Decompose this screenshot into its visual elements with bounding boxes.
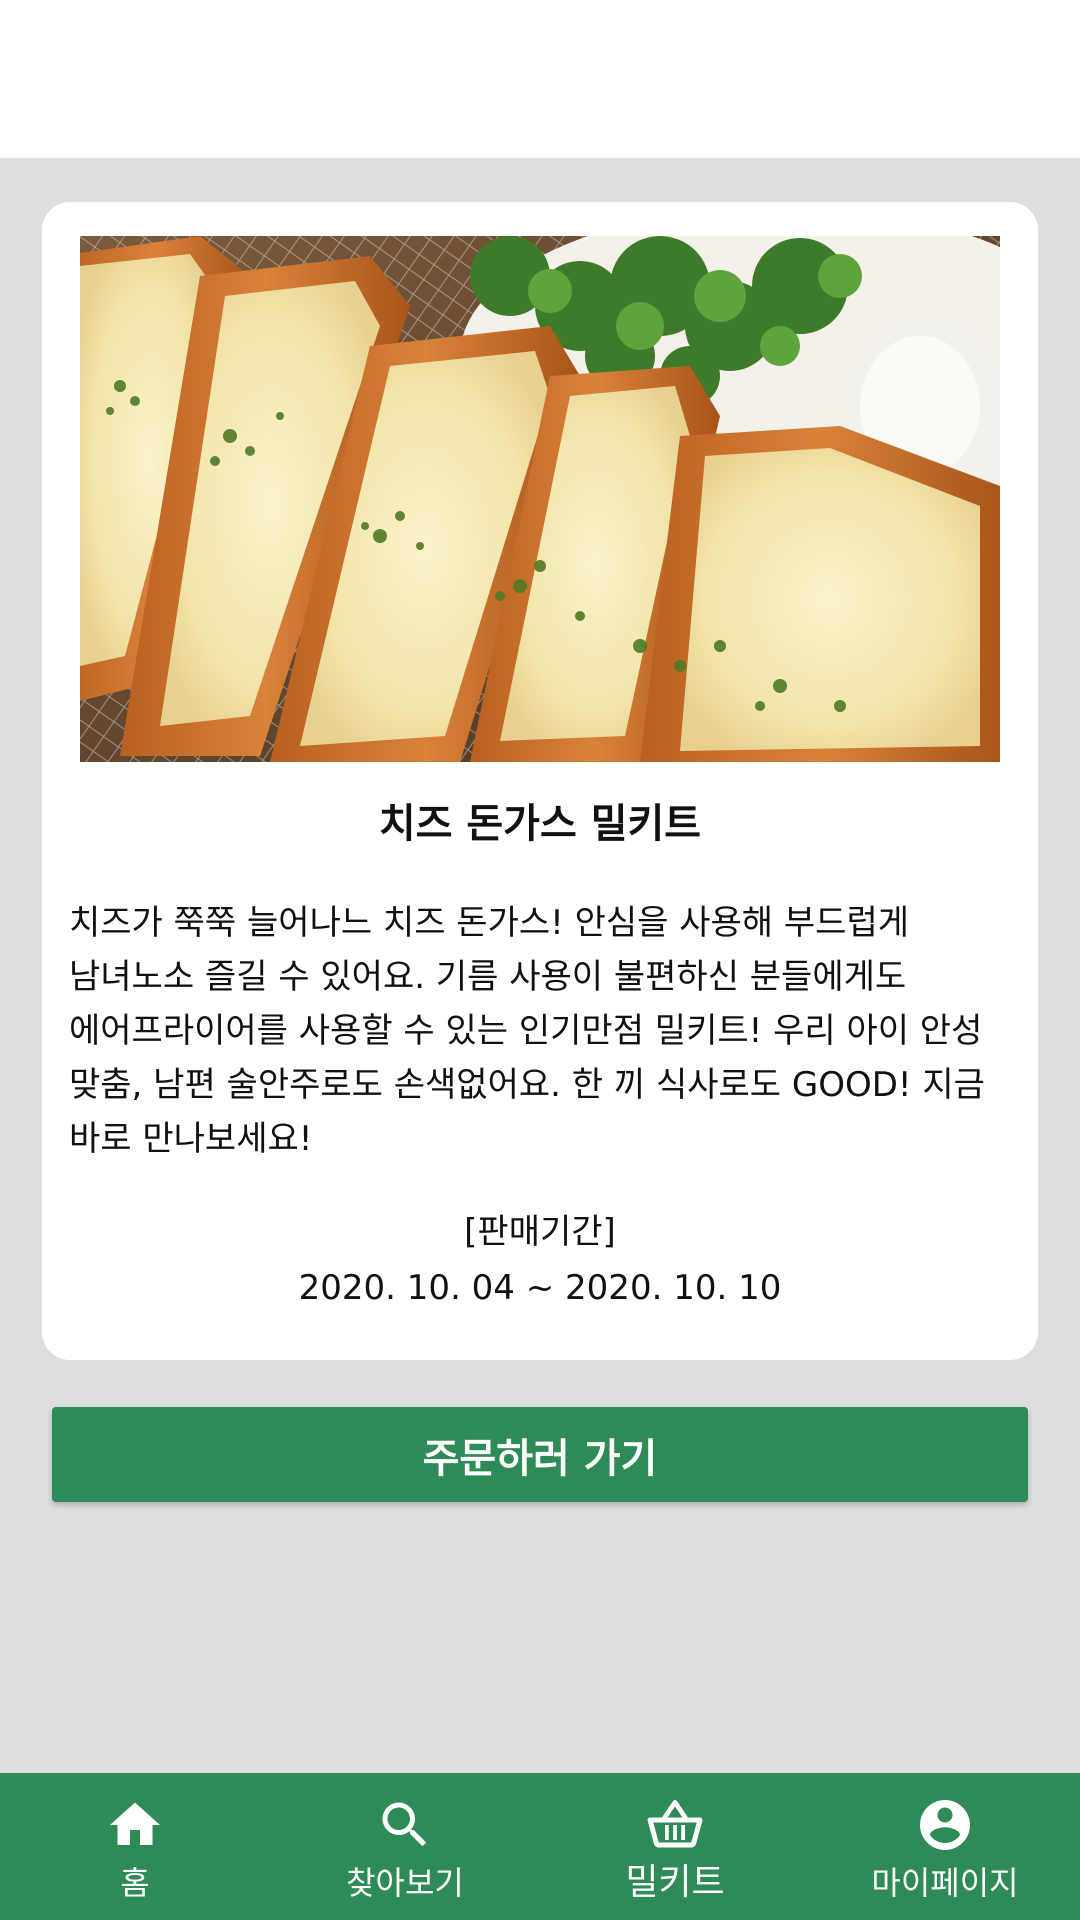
nav-item-mypage-label: 마이페이지	[871, 1864, 1019, 1902]
cheese-cutlet-photo	[80, 236, 1000, 762]
top-app-bar	[0, 0, 1080, 158]
product-title: 치즈 돈가스 밀키트	[378, 801, 702, 847]
app-screen: 치즈 돈가스 밀키트 치즈가 쭉쭉 늘어나느 치즈 돈가스! 안심을 사용해 부…	[0, 0, 1080, 1920]
nav-item-home-label: 홈	[120, 1864, 150, 1902]
order-button[interactable]: 주문하러 가기	[52, 1407, 1028, 1502]
home-icon	[105, 1795, 165, 1855]
sale-period-dates: 2020. 10. 04 ~ 2020. 10. 10	[298, 1268, 782, 1308]
nav-item-home[interactable]: 홈	[0, 1773, 270, 1920]
sale-period-label: [판매기간]	[464, 1212, 616, 1252]
nav-item-search-label: 찾아보기	[346, 1864, 464, 1902]
product-description: 치즈가 쭉쭉 늘어나느 치즈 돈가스! 안심을 사용해 부드럽게 남녀노소 즐길…	[69, 903, 985, 1159]
search-icon	[375, 1795, 435, 1855]
account-icon	[915, 1795, 975, 1855]
nav-item-mealkit[interactable]: 밀키트	[540, 1773, 810, 1920]
product-card: 치즈 돈가스 밀키트 치즈가 쭉쭉 늘어나느 치즈 돈가스! 안심을 사용해 부…	[42, 202, 1038, 1360]
nav-item-mealkit-label: 밀키트	[625, 1862, 725, 1903]
nav-item-search[interactable]: 찾아보기	[270, 1773, 540, 1920]
nav-item-mypage[interactable]: 마이페이지	[810, 1773, 1080, 1920]
basket-icon	[645, 1795, 705, 1855]
bottom-navigation: 홈 찾아보기 밀키트 마이페이지	[0, 1773, 1080, 1920]
product-image	[80, 236, 1000, 762]
